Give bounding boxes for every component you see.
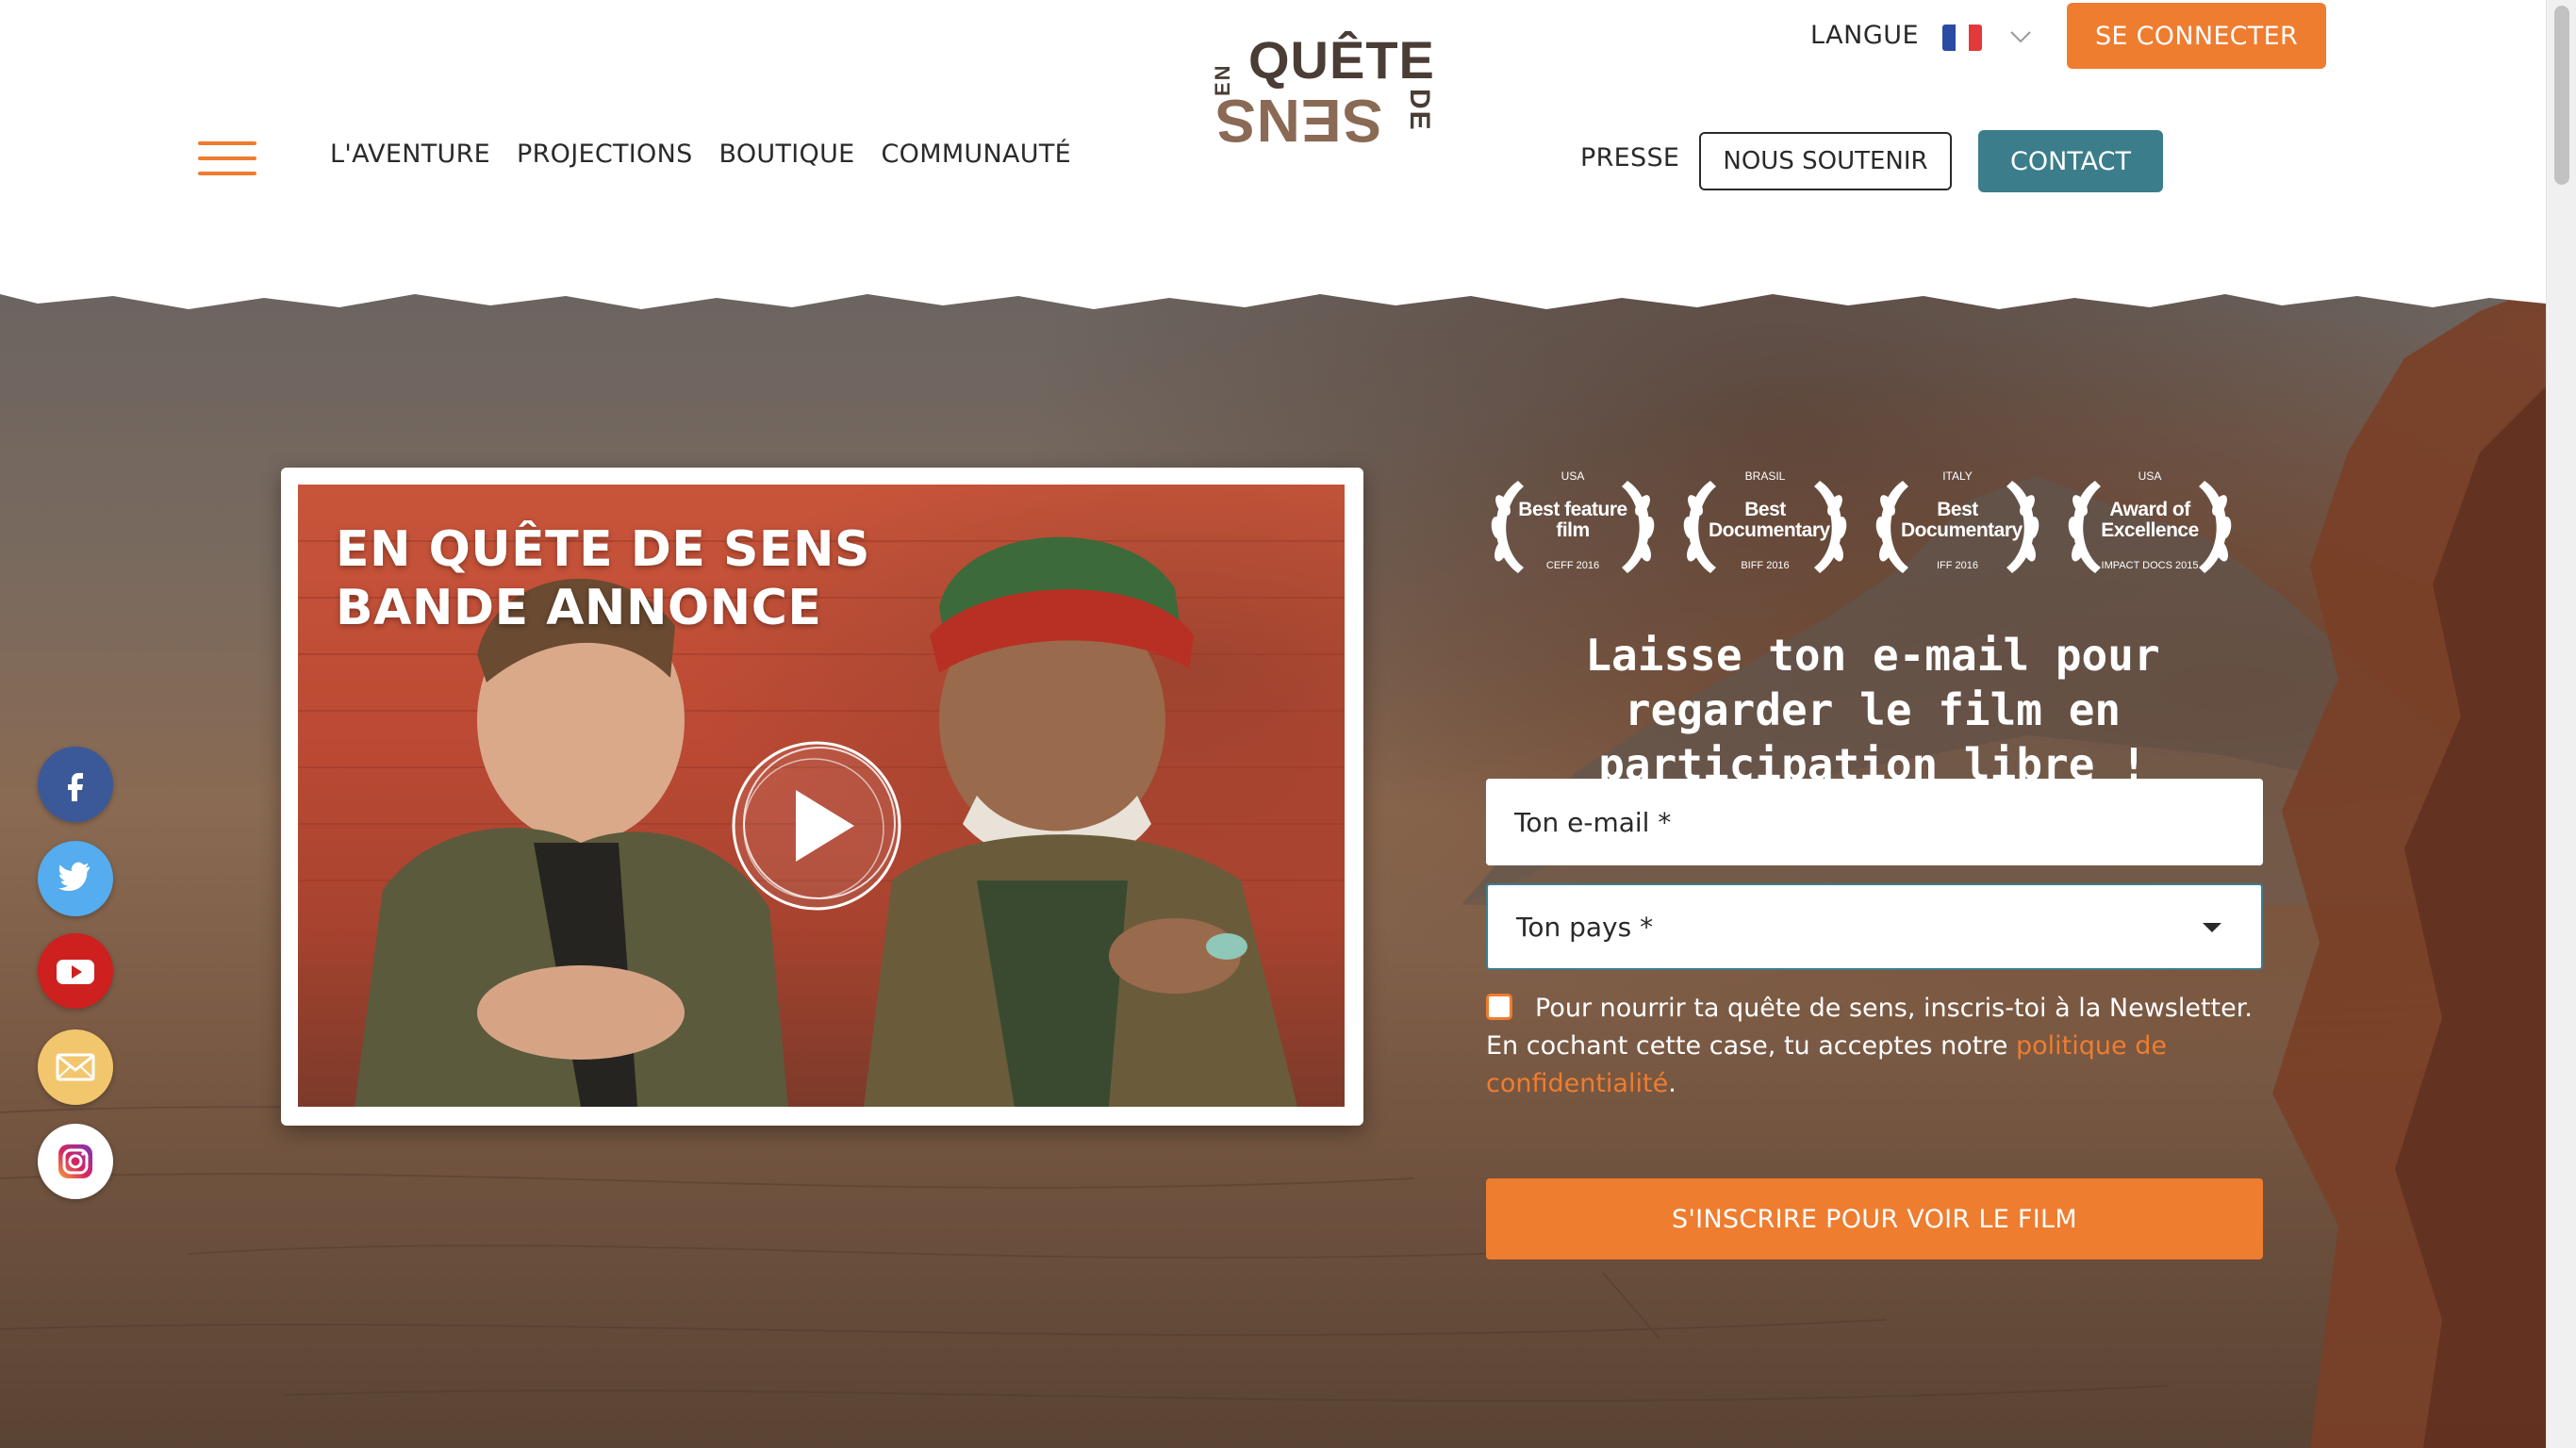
site-logo[interactable]: EN QUÊTE SENS DE bbox=[1209, 32, 1445, 159]
email-field-wrapper bbox=[1486, 779, 2263, 865]
newsletter-consent: Pour nourrir ta quête de sens, inscris-t… bbox=[1486, 990, 2269, 1103]
logo-line2: SENS bbox=[1214, 87, 1383, 155]
nav-item-communaute[interactable]: COMMUNAUTÉ bbox=[882, 140, 1071, 169]
signup-title: Laisse ton e-mail pour regarder le film … bbox=[1585, 630, 2160, 790]
scrollbar-thumb[interactable] bbox=[2554, 6, 2569, 185]
page-scrollbar[interactable] bbox=[2546, 0, 2576, 1448]
video-title-line1: EN QUÊTE DE SENS bbox=[336, 521, 870, 578]
instagram-icon[interactable] bbox=[38, 1124, 113, 1199]
support-button[interactable]: NOUS SOUTENIR bbox=[1699, 132, 1952, 190]
award-festival: IFF 2016 bbox=[1936, 560, 1979, 571]
award-country: USA bbox=[2138, 469, 2162, 483]
hero-section: EN QUÊTE DE SENS BANDE ANNONCE USA Best … bbox=[0, 283, 2546, 1448]
signup-submit-button[interactable]: S'INSCRIRE POUR VOIR LE FILM bbox=[1486, 1178, 2263, 1259]
awards-row: USA Best feature film CEFF 2016 BRASIL B… bbox=[1480, 462, 2254, 584]
logo-suffix: DE bbox=[1404, 89, 1435, 132]
site-header: L'AVENTURE PROJECTIONS BOUTIQUE COMMUNAU… bbox=[0, 0, 2546, 311]
award-title: Best feature film bbox=[1518, 499, 1627, 541]
award-festival: BIFF 2016 bbox=[1741, 560, 1790, 571]
newsletter-checkbox[interactable] bbox=[1486, 994, 1512, 1020]
country-select[interactable]: Ton pays * bbox=[1486, 883, 2263, 970]
nav-item-boutique[interactable]: BOUTIQUE bbox=[719, 140, 855, 169]
nav-item-aventure[interactable]: L'AVENTURE bbox=[330, 140, 490, 169]
chevron-down-icon[interactable] bbox=[2008, 25, 2033, 49]
logo-line1: QUÊTE bbox=[1248, 30, 1435, 90]
award-laurel: USA Best feature film CEFF 2016 bbox=[1480, 462, 1665, 584]
video-title: EN QUÊTE DE SENS BANDE ANNONCE bbox=[336, 520, 870, 637]
award-laurel: USA Award of Excellence IMPACT DOCS 2015 bbox=[2057, 462, 2242, 584]
award-title: Best Documentary bbox=[1709, 499, 1830, 541]
mail-icon[interactable] bbox=[38, 1029, 113, 1105]
twitter-icon[interactable] bbox=[38, 841, 113, 916]
dropdown-caret-icon bbox=[2203, 923, 2221, 932]
award-country: ITALY bbox=[1942, 469, 1973, 483]
contact-button[interactable]: CONTACT bbox=[1978, 130, 2163, 192]
consent-end: . bbox=[1668, 1069, 1676, 1098]
main-nav: L'AVENTURE PROJECTIONS BOUTIQUE COMMUNAU… bbox=[330, 140, 1071, 169]
award-festival: IMPACT DOCS 2015 bbox=[2101, 560, 2199, 571]
trailer-video[interactable]: EN QUÊTE DE SENS BANDE ANNONCE bbox=[298, 485, 1345, 1107]
video-title-line2: BANDE ANNONCE bbox=[336, 580, 822, 636]
country-select-value: Ton pays * bbox=[1516, 912, 1654, 943]
language-label[interactable]: LANGUE bbox=[1810, 21, 1919, 50]
france-flag-icon[interactable] bbox=[1942, 25, 1982, 51]
nav-item-projections[interactable]: PROJECTIONS bbox=[517, 140, 693, 169]
email-input[interactable] bbox=[1486, 779, 2263, 865]
award-festival: CEFF 2016 bbox=[1545, 560, 1600, 571]
login-button[interactable]: SE CONNECTER bbox=[2067, 3, 2326, 69]
nav-item-presse[interactable]: PRESSE bbox=[1580, 143, 1679, 173]
award-laurel: ITALY Best Documentary IFF 2016 bbox=[1865, 462, 2050, 584]
award-laurel: BRASIL Best Documentary BIFF 2016 bbox=[1673, 462, 1858, 584]
play-icon[interactable] bbox=[722, 732, 911, 920]
award-country: USA bbox=[1560, 469, 1585, 483]
facebook-icon[interactable] bbox=[38, 747, 113, 822]
menu-icon[interactable] bbox=[198, 141, 256, 175]
trailer-video-frame: EN QUÊTE DE SENS BANDE ANNONCE bbox=[281, 468, 1363, 1126]
youtube-icon[interactable] bbox=[38, 933, 113, 1009]
award-title: Best Documentary bbox=[1901, 499, 2023, 541]
torn-edge-divider bbox=[0, 283, 2546, 309]
award-country: BRASIL bbox=[1744, 469, 1786, 483]
award-title: Award of Excellence bbox=[2101, 499, 2199, 541]
